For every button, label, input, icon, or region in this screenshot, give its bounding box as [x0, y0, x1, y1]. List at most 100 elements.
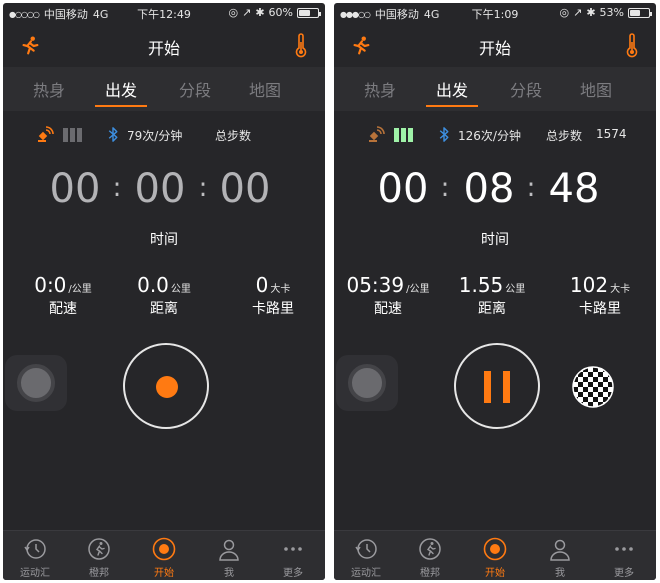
distance-unit: 公里 — [170, 284, 191, 295]
calories-metric: 102 大卡 卡路里 — [550, 273, 650, 318]
metrics-row: 05:39/公里 配速 1.55 公里 距离 102 大卡 卡路里 — [334, 273, 656, 323]
distance-label: 距离 — [150, 301, 178, 317]
tab-bar: 热身 出发 分段 地图 — [334, 67, 656, 111]
record-icon — [156, 376, 178, 398]
metrics-row: 0:0/公里 配速 0.0 公里 距离 0 大卡 卡路里 — [3, 273, 325, 323]
bottom-nav-label: 橙邦 — [420, 568, 440, 579]
timer-separator: : — [198, 173, 208, 203]
bluetooth-status-icon: ✱ — [255, 6, 265, 19]
total-steps-value: 1574 — [596, 127, 627, 141]
timer-separator: : — [526, 173, 536, 203]
bluetooth-icon — [439, 127, 449, 142]
tab-start-label: 出发 — [435, 81, 468, 100]
bottom-nav-me[interactable]: 我 — [197, 531, 261, 580]
location-arrow-icon: ↗ — [573, 6, 583, 19]
bottom-nav-label: 运动汇 — [351, 568, 381, 579]
assistive-touch-button[interactable] — [336, 355, 398, 411]
nav-bar: 开始 — [334, 23, 656, 67]
pace-value: 0:0 — [34, 273, 67, 297]
controls — [334, 343, 656, 433]
person-icon — [550, 539, 570, 561]
battery-icon — [628, 7, 652, 18]
finish-button[interactable] — [571, 365, 615, 409]
pace-metric: 05:39/公里 配速 — [338, 273, 438, 318]
pace-metric: 0:0/公里 配速 — [13, 273, 113, 318]
bottom-nav-history[interactable]: 运动汇 — [3, 531, 67, 580]
timer-separator: : — [112, 173, 122, 203]
bottom-nav-start[interactable]: 开始 — [463, 531, 527, 580]
distance-unit: 公里 — [505, 284, 526, 295]
tab-start[interactable]: 出发 — [412, 77, 492, 107]
bottom-nav-history[interactable]: 运动汇 — [334, 531, 398, 580]
pause-bar — [484, 371, 491, 403]
bottom-nav-label: 更多 — [283, 568, 303, 579]
start-circle-icon — [483, 537, 507, 561]
assistive-touch-button[interactable] — [5, 355, 67, 411]
battery-fill — [630, 9, 640, 16]
pace-unit: /公里 — [68, 284, 92, 295]
bottom-nav-label: 运动汇 — [20, 568, 50, 579]
bluetooth-status-icon: ✱ — [586, 6, 596, 19]
distance-value: 1.55 — [458, 273, 504, 297]
bottom-nav: 运动汇 橙邦 开始 我 更多 — [3, 530, 325, 580]
timer-seconds: 00 — [219, 166, 271, 212]
bottom-nav-more[interactable]: 更多 — [592, 531, 656, 580]
start-circle-icon — [152, 537, 176, 561]
calories-label: 卡路里 — [252, 301, 294, 317]
battery-fill — [299, 9, 310, 16]
pause-button[interactable] — [454, 343, 540, 429]
person-icon — [219, 539, 239, 561]
gps-bar — [70, 128, 75, 142]
calories-value: 102 — [569, 273, 609, 297]
tab-bar: 热身 出发 分段 地图 — [3, 67, 325, 111]
battery-percent: 53% — [599, 6, 624, 19]
bottom-nav-label: 开始 — [485, 568, 505, 579]
battery-icon — [297, 7, 321, 18]
satellite-icon — [369, 126, 385, 142]
page-title: 开始 — [147, 39, 180, 58]
tab-map[interactable]: 地图 — [225, 77, 305, 101]
battery-percent: 60% — [268, 6, 293, 19]
distance-label: 距离 — [478, 301, 506, 317]
tab-start[interactable]: 出发 — [81, 77, 161, 107]
phone-screen-idle: ●○○○○ 中国移动 4G 下午12:49 ◎ ↗ ✱ 60% 开始 热身 出发 — [3, 3, 325, 580]
gps-bar — [394, 128, 399, 142]
bottom-nav-label: 我 — [224, 568, 234, 579]
total-steps-label: 总步数 — [215, 129, 252, 143]
location-arrow-icon: ↗ — [242, 6, 252, 19]
pace-label: 配速 — [374, 301, 402, 317]
total-steps-label: 总步数 — [546, 129, 583, 143]
bottom-nav-chengbang[interactable]: 橙邦 — [398, 531, 462, 580]
tab-warmup[interactable]: 热身 — [9, 77, 89, 101]
timer-minutes: 00 — [134, 166, 186, 212]
bottom-nav-label: 橙邦 — [89, 568, 109, 579]
satellite-icon — [38, 126, 54, 142]
tab-segments[interactable]: 分段 — [155, 77, 235, 101]
history-clock-icon — [355, 539, 377, 559]
status-bar: ●○○○○ 中国移动 4G 下午12:49 ◎ ↗ ✱ 60% — [3, 3, 325, 23]
bottom-nav-start[interactable]: 开始 — [132, 531, 196, 580]
record-button[interactable] — [123, 343, 209, 429]
thermometer-icon[interactable] — [293, 33, 309, 59]
timer-hours: 00 — [377, 166, 429, 212]
pace-label: 配速 — [49, 301, 77, 317]
bottom-nav-me[interactable]: 我 — [528, 531, 592, 580]
timer-seconds: 48 — [548, 166, 600, 212]
active-tab-underline — [95, 105, 147, 107]
gps-bar — [408, 128, 413, 142]
thermometer-icon[interactable] — [624, 33, 640, 59]
bottom-nav-label: 我 — [555, 568, 565, 579]
history-clock-icon — [24, 539, 46, 559]
tab-start-label: 出发 — [104, 81, 137, 100]
tab-warmup[interactable]: 热身 — [340, 77, 420, 101]
pace-value: 05:39 — [346, 273, 405, 297]
status-bar: ●●●○○ 中国移动 4G 下午1:09 ◎ ↗ ✱ 53% — [334, 3, 656, 23]
bluetooth-icon — [108, 127, 118, 142]
sensor-row: 126次/分钟 总步数 1574 — [334, 123, 656, 147]
assistive-touch-icon — [348, 364, 386, 402]
bottom-nav-more[interactable]: 更多 — [261, 531, 325, 580]
tab-segments[interactable]: 分段 — [486, 77, 566, 101]
tab-map[interactable]: 地图 — [556, 77, 636, 101]
bottom-nav-chengbang[interactable]: 橙邦 — [67, 531, 131, 580]
timer-hours: 00 — [49, 166, 101, 212]
